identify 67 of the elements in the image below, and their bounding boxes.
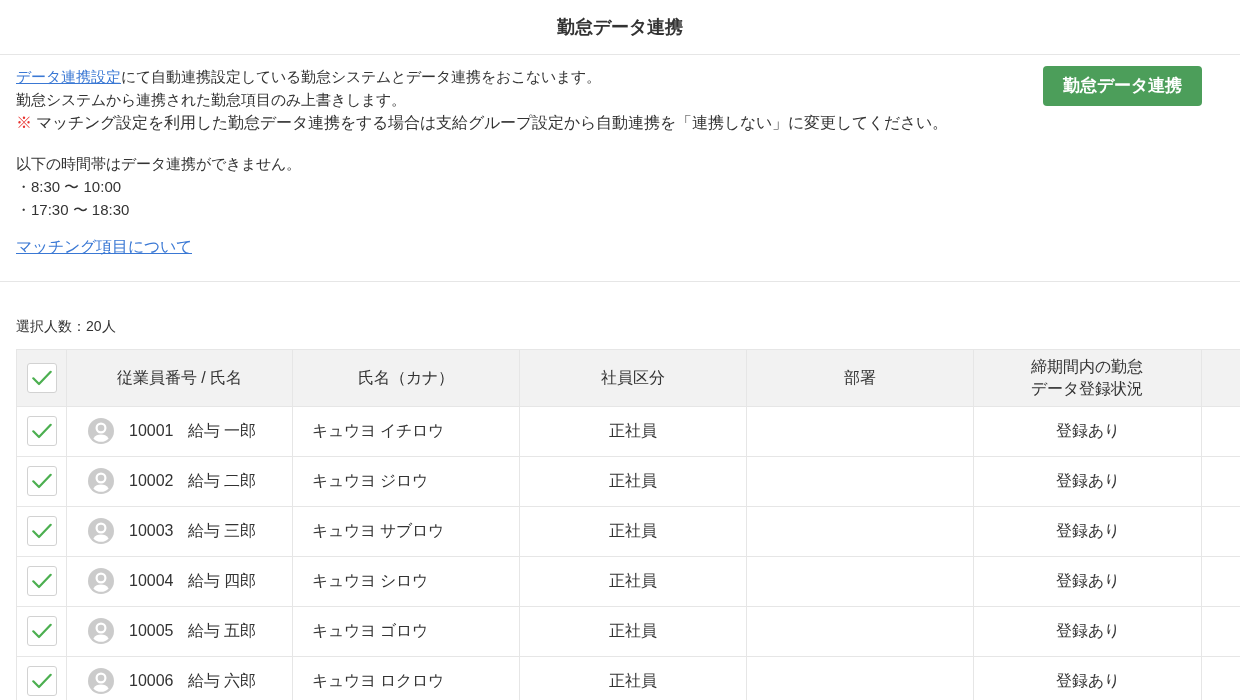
checkmark-icon	[31, 573, 52, 589]
employee-number: 10003	[129, 521, 174, 541]
employee-number: 10002	[129, 471, 174, 491]
row-checkbox[interactable]	[26, 416, 57, 446]
notice-text: ・17:30 〜 18:30	[16, 200, 131, 220]
employment-type: 正社員	[609, 422, 657, 439]
checkmark-icon	[31, 523, 52, 539]
checkmark-icon	[31, 623, 52, 639]
row-checkbox[interactable]	[26, 566, 57, 596]
intro-text: データ連携設定にて自動連携設定している勤怠システムとデータ連携をおこないます。	[16, 67, 602, 87]
avatar-icon	[88, 418, 114, 444]
avatar-icon	[88, 618, 114, 644]
row-checkbox[interactable]	[26, 466, 57, 496]
checkmark-icon	[31, 423, 52, 439]
column-header: 氏名（カナ）	[358, 367, 454, 388]
checkmark-icon	[31, 473, 52, 489]
kana-name: キュウヨ シロウ	[312, 572, 429, 589]
avatar-icon	[88, 468, 114, 494]
kana-name: キュウヨ ゴロウ	[312, 622, 429, 639]
page-title: 勤怠データ連携	[557, 16, 683, 39]
kana-name: キュウヨ ジロウ	[312, 472, 429, 489]
kana-name: キュウヨ ロクロウ	[312, 672, 445, 689]
registration-status: 登録あり	[1055, 622, 1120, 639]
select-all-checkbox[interactable]	[26, 362, 57, 393]
registration-status: 登録あり	[1055, 572, 1120, 589]
avatar-icon	[88, 518, 114, 544]
registration-status: 登録あり	[1055, 472, 1120, 489]
employee-name: 給与 四郎	[187, 571, 256, 591]
column-header: 部署	[844, 367, 876, 388]
employee-number: 10006	[129, 671, 174, 691]
employment-type: 正社員	[609, 472, 657, 489]
checkmark-icon	[31, 369, 52, 386]
employment-type: 正社員	[609, 572, 657, 589]
intro-text: 勤怠システムから連携された勤怠項目のみ上書きします。	[16, 90, 407, 110]
kana-name: キュウヨ サブロウ	[312, 522, 445, 539]
sync-button[interactable]: 勤怠データ連携	[1043, 66, 1202, 106]
note-mark: ※	[16, 113, 32, 133]
registration-status: 登録あり	[1055, 672, 1120, 689]
settings-link[interactable]: データ連携設定	[16, 68, 121, 85]
employee-name: 給与 一郎	[187, 421, 256, 441]
matching-link[interactable]: マッチング項目について	[16, 235, 192, 258]
notice-text: ・8:30 〜 10:00	[16, 177, 123, 197]
row-checkbox[interactable]	[26, 666, 57, 696]
employment-type: 正社員	[609, 622, 657, 639]
employee-number: 10005	[129, 621, 174, 641]
employment-type: 正社員	[609, 672, 657, 689]
employee-name: 給与 五郎	[187, 621, 256, 641]
column-header: 従業員番号 / 氏名	[116, 367, 243, 388]
row-checkbox[interactable]	[26, 616, 57, 646]
registration-status: 登録あり	[1055, 522, 1120, 539]
employee-number: 10001	[129, 421, 174, 441]
warning-text: マッチング設定を利用した勤怠データ連携をする場合は支給グループ設定から自動連携を「連携しない」に変更してください。	[36, 113, 948, 133]
kana-name: キュウヨ イチロウ	[312, 422, 445, 439]
avatar-icon	[88, 568, 114, 594]
employee-number: 10004	[129, 571, 174, 591]
notice-text: 以下の時間帯はデータ連携ができません。	[16, 154, 302, 174]
selected-count: 選択人数：20人	[16, 317, 116, 334]
column-header: 社員区分	[601, 367, 665, 388]
column-header: 締期間内の勤怠データ登録状況	[1030, 356, 1145, 399]
avatar-icon	[88, 668, 114, 694]
employee-name: 給与 二郎	[187, 471, 256, 491]
checkmark-icon	[31, 673, 52, 689]
registration-status: 登録あり	[1055, 422, 1120, 439]
employee-name: 給与 六郎	[187, 671, 256, 691]
employee-name: 給与 三郎	[187, 521, 256, 541]
employment-type: 正社員	[609, 522, 657, 539]
row-checkbox[interactable]	[26, 516, 57, 546]
